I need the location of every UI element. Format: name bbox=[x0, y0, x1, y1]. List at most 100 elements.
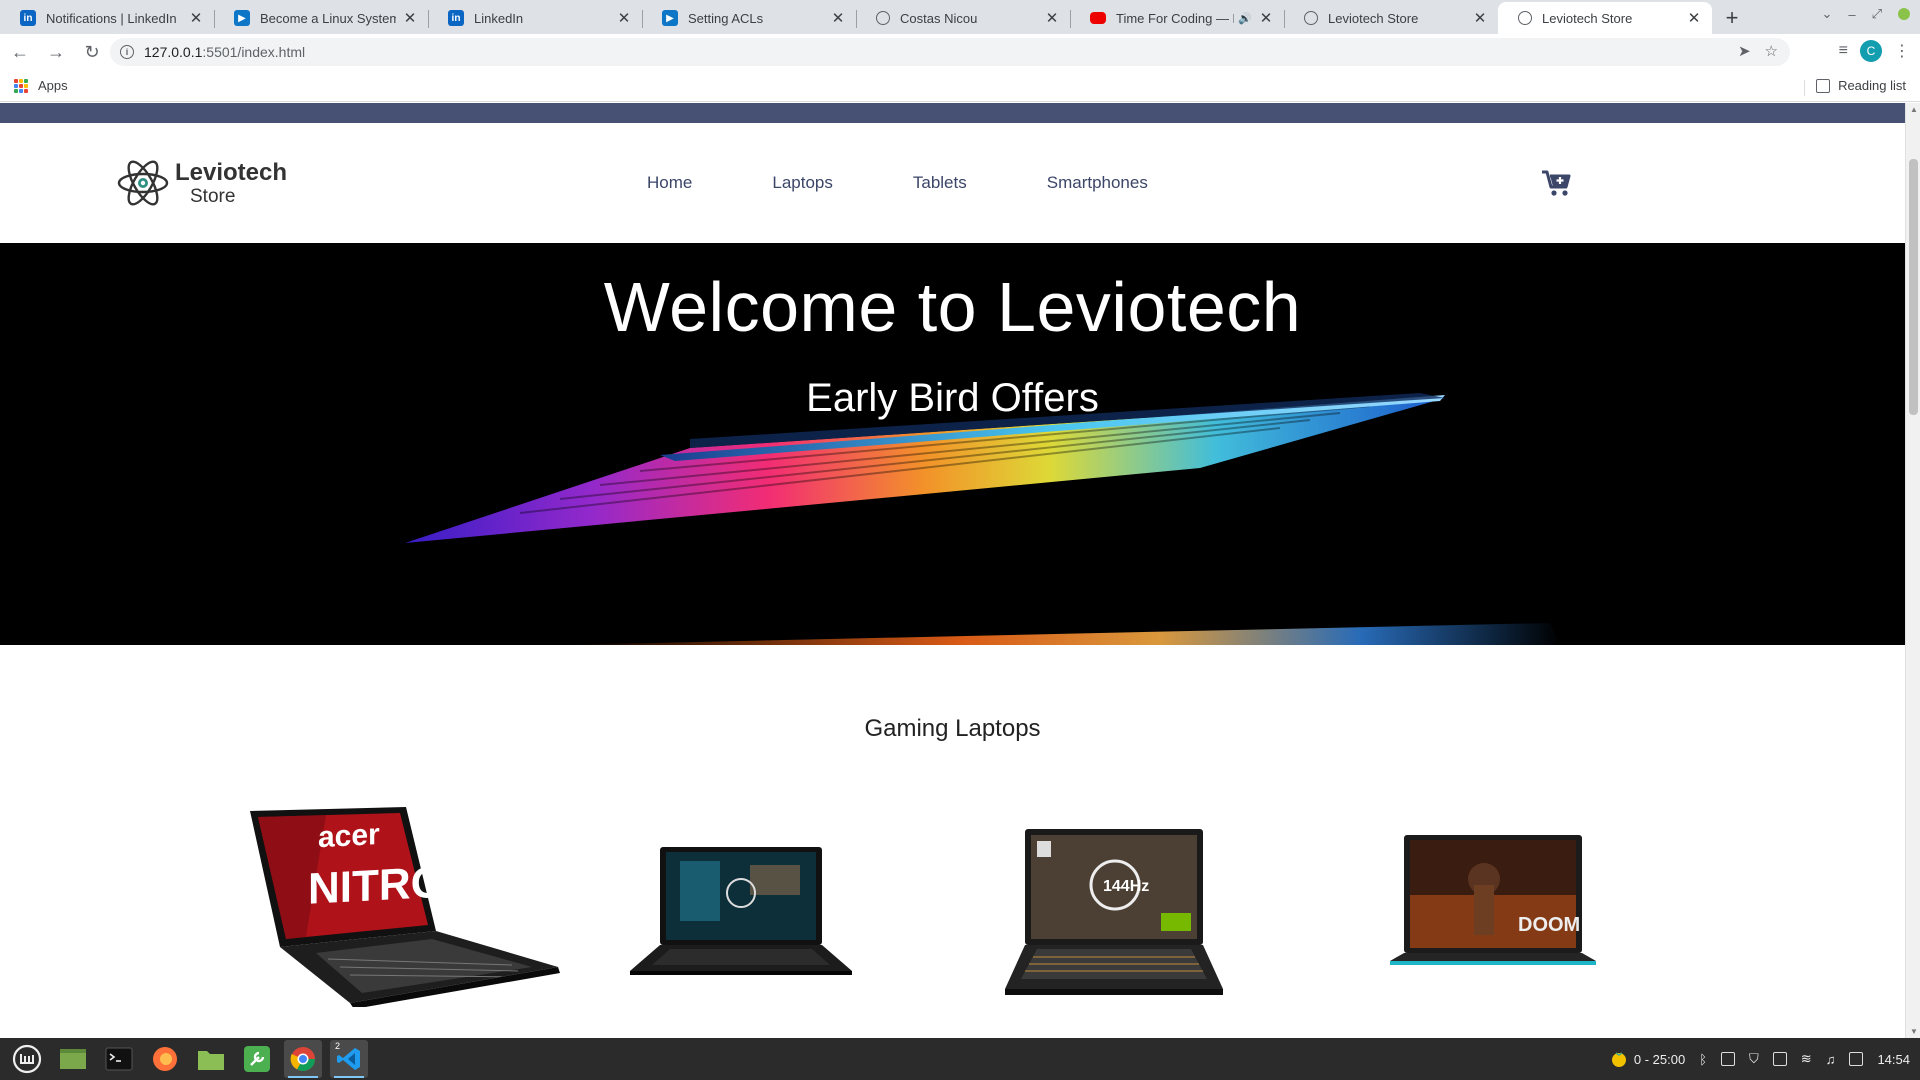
new-tab-button[interactable]: + bbox=[1716, 2, 1748, 34]
wifi-icon[interactable]: ≋ bbox=[1801, 1051, 1812, 1067]
tools-launcher[interactable] bbox=[238, 1040, 276, 1078]
chrome-launcher[interactable] bbox=[284, 1040, 322, 1078]
nav-laptops[interactable]: Laptops bbox=[772, 173, 833, 193]
reading-list-label: Reading list bbox=[1838, 78, 1906, 93]
section-title: Gaming Laptops bbox=[864, 715, 1041, 742]
page-scrollbar[interactable]: ▲ ▼ bbox=[1905, 103, 1920, 1038]
site-info-icon[interactable]: i bbox=[120, 45, 134, 59]
tab-leviotech-store-active[interactable]: Leviotech Store ✕ bbox=[1498, 2, 1712, 34]
globe-icon bbox=[1304, 11, 1318, 25]
battery-icon[interactable] bbox=[1849, 1052, 1864, 1066]
bluetooth-icon[interactable]: ᛒ bbox=[1699, 1052, 1707, 1067]
window-controls: ⌄ – ⤢ bbox=[1821, 6, 1910, 22]
tomato-timer-icon bbox=[1611, 1052, 1626, 1067]
tab-become-linux-admin[interactable]: ▶ Become a Linux System Ad ✕ bbox=[214, 2, 428, 34]
tab-title: Become a Linux System Ad bbox=[260, 10, 396, 26]
nav-smartphones[interactable]: Smartphones bbox=[1047, 173, 1148, 193]
close-tab-icon[interactable]: ✕ bbox=[616, 9, 632, 27]
clipboard-icon[interactable] bbox=[1721, 1052, 1736, 1066]
asus-tuf-laptop-image: 144Hz bbox=[1005, 829, 1223, 995]
acer-logo-text: acer bbox=[318, 818, 380, 854]
tab-time-for-coding[interactable]: Time For Coding — Fu 🔊 ✕ bbox=[1070, 2, 1284, 34]
show-desktop-button[interactable] bbox=[54, 1040, 92, 1078]
tab-title: Notifications | LinkedIn bbox=[46, 10, 177, 26]
forward-button[interactable]: → bbox=[40, 36, 72, 68]
course-play-icon: ▶ bbox=[234, 10, 250, 26]
menu-kebab-icon[interactable]: ⋮ bbox=[1894, 41, 1910, 61]
vscode-window-count: 2 bbox=[335, 1041, 341, 1051]
doom-logo-text: DOOM bbox=[1518, 914, 1580, 936]
firefox-launcher[interactable] bbox=[146, 1040, 184, 1078]
back-button[interactable]: ← bbox=[4, 36, 36, 68]
speaker-icon[interactable]: 🔊 bbox=[1238, 12, 1252, 25]
reading-list-button[interactable]: Reading list bbox=[1804, 78, 1906, 96]
close-tab-icon[interactable]: ✕ bbox=[1258, 9, 1274, 27]
refresh-rate-text: 144Hz bbox=[1103, 878, 1149, 895]
wrench-tool-icon bbox=[244, 1046, 270, 1072]
pomodoro-timer[interactable]: 0 - 25:00 bbox=[1610, 1050, 1685, 1068]
divider bbox=[1804, 80, 1806, 96]
top-stripe bbox=[0, 103, 1920, 123]
media-control-icon[interactable]: ≡ bbox=[1839, 42, 1848, 60]
nav-home[interactable]: Home bbox=[647, 173, 692, 193]
hero-title: Welcome to Leviotech bbox=[603, 268, 1302, 346]
product-card-dell-g15[interactable]: DOOM bbox=[1388, 835, 1598, 972]
hero-banner: Welcome to Leviotech Early Bird Offers bbox=[0, 243, 1920, 645]
tab-title: Leviotech Store bbox=[1542, 10, 1633, 26]
vscode-launcher[interactable]: 2 bbox=[330, 1040, 368, 1078]
chrome-icon bbox=[290, 1047, 315, 1072]
brand-name: Leviotech bbox=[175, 158, 288, 186]
tab-notifications-linkedin[interactable]: in Notifications | LinkedIn ✕ bbox=[0, 2, 214, 34]
product-card-msi[interactable] bbox=[630, 843, 854, 984]
close-tab-icon[interactable]: ✕ bbox=[830, 9, 846, 27]
terminal-launcher[interactable] bbox=[100, 1040, 138, 1078]
printer-icon[interactable] bbox=[1772, 1052, 1787, 1066]
linkedin-icon: in bbox=[20, 10, 36, 26]
product-card-acer-nitro[interactable]: acer NITRO bbox=[246, 807, 562, 1012]
clock[interactable]: 14:54 bbox=[1877, 1052, 1910, 1067]
close-tab-icon[interactable]: ✕ bbox=[1686, 9, 1702, 27]
mint-menu-button[interactable] bbox=[8, 1040, 46, 1078]
cart-button[interactable] bbox=[1541, 169, 1571, 202]
close-tab-icon[interactable]: ✕ bbox=[402, 9, 418, 27]
close-window-button[interactable] bbox=[1898, 8, 1910, 20]
page-viewport: Leviotech Store Home Laptops Tablets Sma… bbox=[0, 103, 1920, 1038]
apps-grid-icon[interactable] bbox=[14, 78, 28, 93]
address-host: 127.0.0.1 bbox=[144, 44, 203, 60]
bookmark-star-icon[interactable]: ☆ bbox=[1765, 42, 1778, 60]
apps-bookmark[interactable]: Apps bbox=[38, 78, 68, 93]
minimize-button[interactable]: – bbox=[1848, 7, 1855, 22]
cart-plus-icon bbox=[1542, 170, 1571, 196]
send-to-device-icon[interactable]: ➤ bbox=[1738, 42, 1751, 60]
tab-search-icon[interactable]: ⌄ bbox=[1821, 6, 1832, 22]
os-taskbar: 2 0 - 25:00 ᛒ ⛉ ≋ ♫ 14:54 bbox=[0, 1038, 1920, 1080]
firefox-icon bbox=[153, 1047, 177, 1071]
tab-setting-acls[interactable]: ▶ Setting ACLs ✕ bbox=[642, 2, 856, 34]
scroll-down-arrow-icon[interactable]: ▼ bbox=[1910, 1027, 1918, 1036]
close-tab-icon[interactable]: ✕ bbox=[1044, 9, 1060, 27]
tab-linkedin[interactable]: in LinkedIn ✕ bbox=[428, 2, 642, 34]
files-launcher[interactable] bbox=[192, 1040, 230, 1078]
tab-title: Setting ACLs bbox=[688, 10, 764, 26]
restore-button[interactable]: ⤢ bbox=[1872, 6, 1882, 22]
tab-costas-nicou[interactable]: Costas Nicou ✕ bbox=[856, 2, 1070, 34]
globe-icon bbox=[876, 11, 890, 25]
linux-mint-icon bbox=[12, 1044, 42, 1074]
profile-avatar[interactable]: C bbox=[1860, 40, 1882, 62]
music-note-icon[interactable]: ♫ bbox=[1826, 1052, 1836, 1067]
nav-tablets[interactable]: Tablets bbox=[913, 173, 967, 193]
close-tab-icon[interactable]: ✕ bbox=[1472, 9, 1488, 27]
tab-title: Costas Nicou bbox=[900, 10, 978, 26]
shield-icon[interactable]: ⛉ bbox=[1749, 1051, 1759, 1067]
address-bar[interactable]: i 127.0.0.1:5501/index.html ➤ ☆ bbox=[110, 38, 1790, 66]
scroll-up-arrow-icon[interactable]: ▲ bbox=[1910, 105, 1918, 114]
reload-button[interactable]: ↻ bbox=[76, 36, 108, 68]
globe-icon bbox=[1518, 11, 1532, 25]
tab-leviotech-store[interactable]: Leviotech Store ✕ bbox=[1284, 2, 1498, 34]
site-logo[interactable]: Leviotech Store bbox=[117, 155, 287, 211]
close-tab-icon[interactable]: ✕ bbox=[188, 9, 204, 27]
msi-laptop-image bbox=[630, 847, 852, 975]
scrollbar-thumb[interactable] bbox=[1909, 159, 1918, 415]
product-card-asus-tuf[interactable]: 144Hz bbox=[1003, 829, 1225, 1004]
bookmarks-bar: Apps Reading list bbox=[0, 70, 1920, 102]
